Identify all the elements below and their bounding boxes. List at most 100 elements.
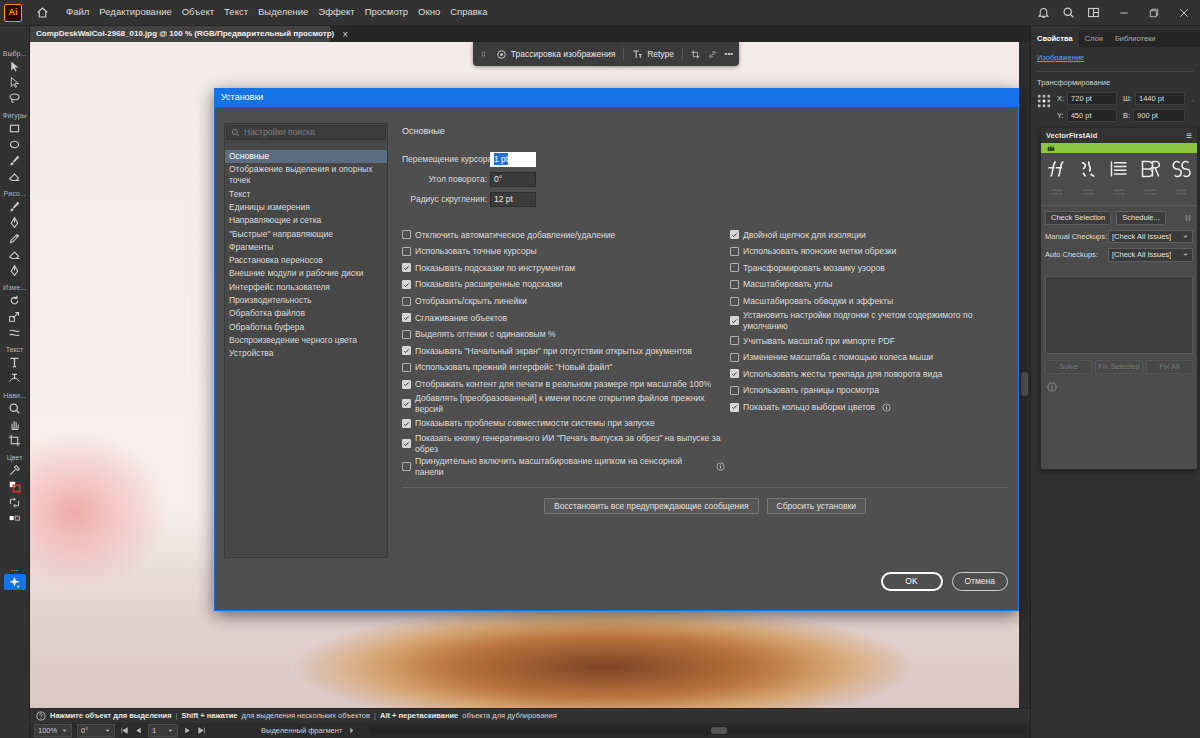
checkbox[interactable]: [402, 363, 411, 372]
object-type-link[interactable]: Изображение: [1037, 52, 1194, 64]
search-input[interactable]: [244, 126, 381, 139]
previous-artboard-icon[interactable]: [134, 726, 143, 735]
artboard-field[interactable]: 1: [148, 724, 178, 737]
tool-button[interactable]: [4, 292, 26, 308]
menu-item[interactable]: Текст: [219, 5, 253, 19]
checkbox[interactable]: [730, 280, 739, 289]
section-item[interactable]: Единицы измерения: [225, 201, 387, 214]
section-item[interactable]: Направляющие и сетка: [225, 214, 387, 227]
lines-icon[interactable]: [1108, 159, 1130, 179]
checkbox[interactable]: [402, 346, 411, 355]
checkbox-row[interactable]: Добавлять [преобразованный] к имени посл…: [402, 392, 725, 415]
checkbox[interactable]: [730, 353, 739, 362]
more-tools-button[interactable]: ...: [11, 562, 19, 574]
checkbox-row[interactable]: Использовать японские метки обрезки: [730, 243, 1008, 260]
symbol-icon[interactable]: [1170, 159, 1192, 179]
section-item[interactable]: Устройства: [225, 347, 387, 360]
ok-button[interactable]: OK: [881, 572, 943, 591]
panel-tab[interactable]: Слои: [1079, 30, 1109, 47]
workspace-icon[interactable]: [1087, 6, 1100, 19]
tool-button[interactable]: [4, 90, 26, 106]
info-icon[interactable]: [882, 403, 891, 412]
menu-item[interactable]: Просмотр: [360, 5, 413, 19]
tool-button[interactable]: [4, 354, 26, 370]
check-selection-button[interactable]: Check Selection: [1045, 211, 1111, 225]
tool-button[interactable]: [4, 400, 26, 416]
checkbox-row[interactable]: Показывать "Начальный экран" при отсутст…: [402, 343, 725, 360]
menu-item[interactable]: Выделение: [253, 5, 313, 19]
tool-button[interactable]: [4, 136, 26, 152]
tool-button[interactable]: [4, 198, 26, 214]
checkup-select[interactable]: [Check All Issues]: [1108, 230, 1193, 243]
checkbox[interactable]: [402, 330, 411, 339]
selection-mode[interactable]: Выделенный фрагмент: [261, 725, 342, 736]
grip-icon[interactable]: [479, 49, 488, 60]
tool-button[interactable]: [4, 478, 26, 494]
menu-item[interactable]: Окно: [413, 5, 445, 19]
checkbox[interactable]: [402, 380, 411, 389]
bell-icon[interactable]: [1037, 6, 1050, 19]
restore-icon[interactable]: [1148, 7, 1160, 19]
checkbox[interactable]: [402, 280, 411, 289]
checkbox[interactable]: [730, 247, 739, 256]
horizontal-scrollbar[interactable]: [369, 726, 1026, 735]
reset-preferences-button[interactable]: Сбросить установки: [767, 498, 866, 514]
expand-icon[interactable]: [347, 726, 356, 735]
tool-button[interactable]: [4, 416, 26, 432]
tool-button[interactable]: [4, 432, 26, 448]
checkbox[interactable]: [402, 419, 411, 428]
checkbox[interactable]: [730, 369, 739, 378]
context-action[interactable]: Retype: [632, 48, 674, 61]
tool-button[interactable]: [4, 246, 26, 262]
checkbox-row[interactable]: Показывать расширенные подсказки: [402, 276, 725, 293]
checkbox-row[interactable]: Двойной щелчок для изоляции: [730, 227, 1008, 244]
section-item[interactable]: Фрагменты: [225, 241, 387, 254]
tool-button[interactable]: [4, 370, 26, 386]
tool-button[interactable]: [4, 324, 26, 340]
last-artboard-icon[interactable]: [197, 726, 206, 735]
checkbox-row[interactable]: Показать кольцо выборки цветов: [730, 399, 1008, 416]
section-item[interactable]: Текст: [225, 188, 387, 201]
checkbox[interactable]: [402, 247, 411, 256]
tool-button[interactable]: [4, 120, 26, 136]
section-item[interactable]: Интерфейс пользователя: [225, 281, 387, 294]
cancel-button[interactable]: Отмена: [952, 572, 1009, 591]
section-item[interactable]: Основные: [225, 150, 387, 163]
tool-button[interactable]: [4, 510, 26, 526]
info-icon[interactable]: [1047, 382, 1057, 392]
checkbox-row[interactable]: Выделять оттенки с одинаковым %: [402, 326, 725, 343]
checkbox-row[interactable]: Масштабировать углы: [730, 276, 1008, 293]
raster-icon[interactable]: [1139, 159, 1161, 179]
checkbox-row[interactable]: Установить настройки подгонки с учетом с…: [730, 309, 1008, 332]
app-logo[interactable]: Ai: [4, 4, 22, 22]
schedule-button[interactable]: Schedule...: [1116, 211, 1166, 225]
document-tab[interactable]: CompDeskWalCol-2968_010.jpg @ 100 % (RGB…: [30, 26, 330, 42]
checkbox[interactable]: [730, 230, 739, 239]
stroke-fix-icon[interactable]: [1077, 159, 1099, 179]
crop-icon[interactable]: [691, 49, 700, 60]
checkbox-row[interactable]: Использовать жесты трекпада для поворота…: [730, 366, 1008, 383]
section-item[interactable]: Обработка буфера: [225, 321, 387, 334]
tool-button[interactable]: [4, 58, 26, 74]
checkbox[interactable]: [402, 439, 411, 448]
panel-tab[interactable]: Библиотеки: [1109, 30, 1162, 47]
close-icon[interactable]: [1178, 7, 1190, 19]
tool-button[interactable]: [4, 262, 26, 278]
checkbox[interactable]: [730, 316, 739, 325]
field-input[interactable]: 1 pt: [490, 152, 536, 167]
checkbox[interactable]: [730, 263, 739, 272]
close-tab-button[interactable]: ×: [342, 27, 348, 42]
field-value[interactable]: 1440 pt: [1135, 92, 1185, 105]
checkbox-row[interactable]: Сглаживание объектов: [402, 309, 725, 326]
menu-item[interactable]: Объект: [177, 5, 219, 19]
more-button[interactable]: •••: [725, 48, 733, 60]
vertical-scrollbar[interactable]: [1019, 42, 1030, 708]
scroll-thumb[interactable]: [711, 727, 727, 734]
section-item[interactable]: Обработка файлов: [225, 307, 387, 320]
help-icon[interactable]: [36, 711, 46, 721]
field-value[interactable]: 720 pt: [1067, 92, 1117, 105]
tool-button[interactable]: [4, 230, 26, 246]
checkup-select[interactable]: [Check All Issues]: [1108, 248, 1193, 261]
tool-button[interactable]: [4, 494, 26, 510]
checkbox[interactable]: [402, 462, 411, 471]
